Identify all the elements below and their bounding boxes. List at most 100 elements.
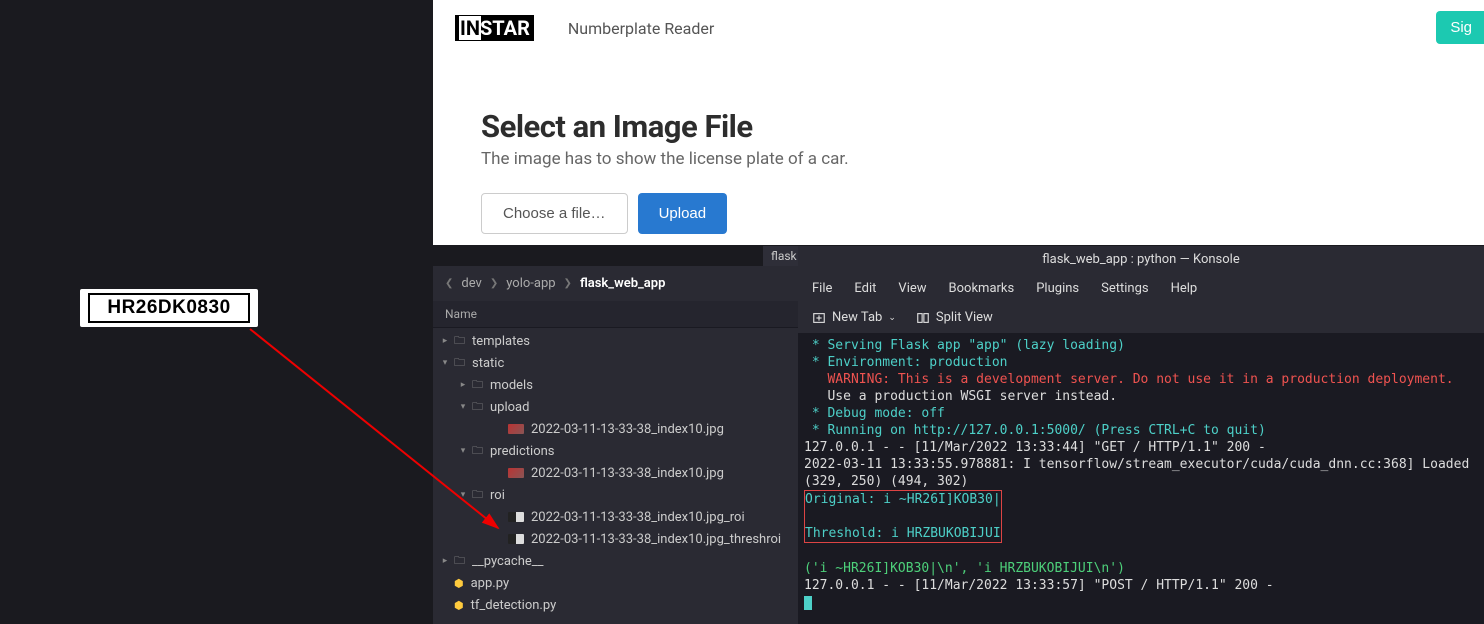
term-line: Use a production WSGI server instead. <box>804 388 1478 405</box>
folder-item[interactable]: ▾🗀 roi <box>433 484 798 506</box>
menu-item-bookmarks[interactable]: Bookmarks <box>949 281 1015 296</box>
folder-item[interactable]: ▾🗀 static <box>433 352 798 374</box>
file-item[interactable]: ⬢ tf_detection.py <box>433 594 798 616</box>
logo: INSTAR <box>455 15 534 41</box>
page-title: Select an Image File <box>481 108 1436 145</box>
breadcrumb-seg[interactable]: dev <box>461 276 481 291</box>
file-item[interactable]: ⬢ app.py <box>433 572 798 594</box>
menu-item-plugins[interactable]: Plugins <box>1036 281 1079 296</box>
konsole-title: flask_web_app : python — Konsole <box>798 246 1484 273</box>
file-tree: ▸🗀templates▾🗀static▸🗀models▾🗀upload2022-… <box>433 328 798 618</box>
twist-icon[interactable]: ▾ <box>439 358 451 368</box>
tree-item-label: 2022-03-11-13-33-38_index10.jpg_threshro… <box>531 532 781 547</box>
tree-item-label: predictions <box>490 444 555 459</box>
term-line: * Environment: production <box>804 354 1478 371</box>
image-file-icon <box>508 424 524 434</box>
chevron-right-icon: ❯ <box>490 278 498 289</box>
choose-file-button[interactable]: Choose a file… <box>481 193 628 234</box>
license-plate-image: HR26DK0830 <box>80 289 258 327</box>
image-file-icon <box>508 534 524 544</box>
app-title: Numberplate Reader <box>568 19 714 38</box>
tree-item-label: app.py <box>471 576 509 591</box>
tree-item-label: upload <box>490 400 529 415</box>
signin-button[interactable]: Sig <box>1436 11 1484 44</box>
highlighted-ocr-output: Original: i ~HR26I]KOB30| Threshold: i H… <box>804 490 1002 543</box>
folder-item[interactable]: ▸🗀 templates <box>433 330 798 352</box>
folder-item[interactable]: ▸🗀 models <box>433 374 798 396</box>
tree-item-label: models <box>490 378 533 393</box>
file-item[interactable]: 2022-03-11-13-33-38_index10.jpg <box>433 462 798 484</box>
tree-item-label: roi <box>490 488 505 503</box>
tree-item-label: templates <box>472 334 530 349</box>
tree-item-label: 2022-03-11-13-33-38_index10.jpg_roi <box>531 510 745 525</box>
term-line <box>805 508 1001 525</box>
tree-item-label: 2022-03-11-13-33-38_index10.jpg <box>531 466 724 481</box>
chevron-down-icon: ⌄ <box>888 313 896 323</box>
left-panel: HR26DK0830 <box>0 0 433 624</box>
konsole-window: flask_web_app : python — Konsole File Edi… <box>798 246 1484 624</box>
twist-icon[interactable]: ▾ <box>457 446 469 456</box>
twist-icon[interactable]: ▸ <box>439 556 451 566</box>
breadcrumb-seg-active[interactable]: flask_web_app <box>580 276 665 291</box>
file-item[interactable]: 2022-03-11-13-33-38_index10.jpg_roi <box>433 506 798 528</box>
page-subtitle: The image has to show the license plate … <box>481 149 1436 169</box>
license-plate-text: HR26DK0830 <box>88 293 250 323</box>
term-line: * Serving Flask app "app" (lazy loading) <box>804 337 1478 354</box>
term-line: 127.0.0.1 - - [11/Mar/2022 13:33:44] "GE… <box>804 439 1478 456</box>
term-line: 2022-03-11 13:33:55.978881: I tensorflow… <box>804 456 1478 473</box>
python-file-icon: ⬢ <box>454 599 464 612</box>
menu-item-edit[interactable]: Edit <box>854 281 876 296</box>
file-item[interactable]: 2022-03-11-13-33-38_index10.jpg_threshro… <box>433 528 798 550</box>
webapp-header: INSTAR Numberplate Reader Sig <box>433 0 1484 56</box>
folder-icon: 🗀 <box>454 332 465 351</box>
term-line: WARNING: This is a development server. D… <box>804 371 1478 388</box>
folder-icon: 🗀 <box>454 552 465 571</box>
folder-icon: 🗀 <box>472 376 483 395</box>
breadcrumb-seg[interactable]: yolo-app <box>506 276 555 291</box>
file-explorer: ❮ dev ❯ yolo-app ❯ flask_web_app Name ▸🗀… <box>433 266 798 624</box>
tree-item-label: tf_detection.py <box>471 598 557 613</box>
konsole-toolbar: New Tab ⌄ Split View <box>798 304 1484 333</box>
folder-icon: 🗀 <box>472 398 483 417</box>
webapp-panel: INSTAR Numberplate Reader Sig Select an … <box>433 0 1484 245</box>
konsole-menubar: File Edit View Bookmarks Plugins Settings Help <box>798 273 1484 304</box>
breadcrumb: ❮ dev ❯ yolo-app ❯ flask_web_app <box>433 266 798 301</box>
twist-icon[interactable]: ▸ <box>439 336 451 346</box>
tree-item-label: 2022-03-11-13-33-38_index10.jpg <box>531 422 724 437</box>
split-view-icon <box>916 311 930 325</box>
twist-icon[interactable]: ▸ <box>457 380 469 390</box>
new-tab-icon <box>812 311 826 325</box>
column-header-name[interactable]: Name <box>433 301 798 328</box>
chevron-left-icon[interactable]: ❮ <box>445 278 453 289</box>
folder-item[interactable]: ▸🗀 __pycache__ <box>433 550 798 572</box>
term-line: (329, 250) (494, 302) <box>804 473 1478 490</box>
folder-icon: 🗀 <box>472 486 483 505</box>
upload-button[interactable]: Upload <box>638 193 728 234</box>
folder-icon: 🗀 <box>472 442 483 461</box>
chevron-right-icon: ❯ <box>564 278 572 289</box>
image-file-icon <box>508 468 524 478</box>
file-item[interactable]: 2022-03-11-13-33-38_index10.jpg <box>433 418 798 440</box>
new-tab-button[interactable]: New Tab ⌄ <box>812 310 896 325</box>
image-file-icon <box>508 512 524 522</box>
menu-item-file[interactable]: File <box>812 281 832 296</box>
menu-item-help[interactable]: Help <box>1171 281 1198 296</box>
python-file-icon: ⬢ <box>454 577 464 590</box>
menu-item-view[interactable]: View <box>898 281 926 296</box>
tree-item-label: static <box>472 356 504 371</box>
folder-item[interactable]: ▾🗀 upload <box>433 396 798 418</box>
split-view-button[interactable]: Split View <box>916 310 993 325</box>
twist-icon[interactable]: ▾ <box>457 402 469 412</box>
terminal-output[interactable]: * Serving Flask app "app" (lazy loading)… <box>798 333 1484 615</box>
term-line: 127.0.0.1 - - [11/Mar/2022 13:33:57] "PO… <box>804 577 1478 594</box>
term-line: * Running on http://127.0.0.1:5000/ (Pre… <box>804 422 1478 439</box>
term-line: * Debug mode: off <box>804 405 1478 422</box>
folder-icon: 🗀 <box>454 354 465 373</box>
folder-item[interactable]: ▾🗀 predictions <box>433 440 798 462</box>
terminal-cursor <box>804 596 812 610</box>
tree-item-label: __pycache__ <box>472 554 544 569</box>
menu-item-settings[interactable]: Settings <box>1101 281 1148 296</box>
term-line: Original: i ~HR26I]KOB30| <box>805 491 1001 508</box>
twist-icon[interactable]: ▾ <box>457 490 469 500</box>
term-line: ('i ~HR26I]KOB30|\n', 'i HRZBUKOBIJUI\n'… <box>804 560 1478 577</box>
